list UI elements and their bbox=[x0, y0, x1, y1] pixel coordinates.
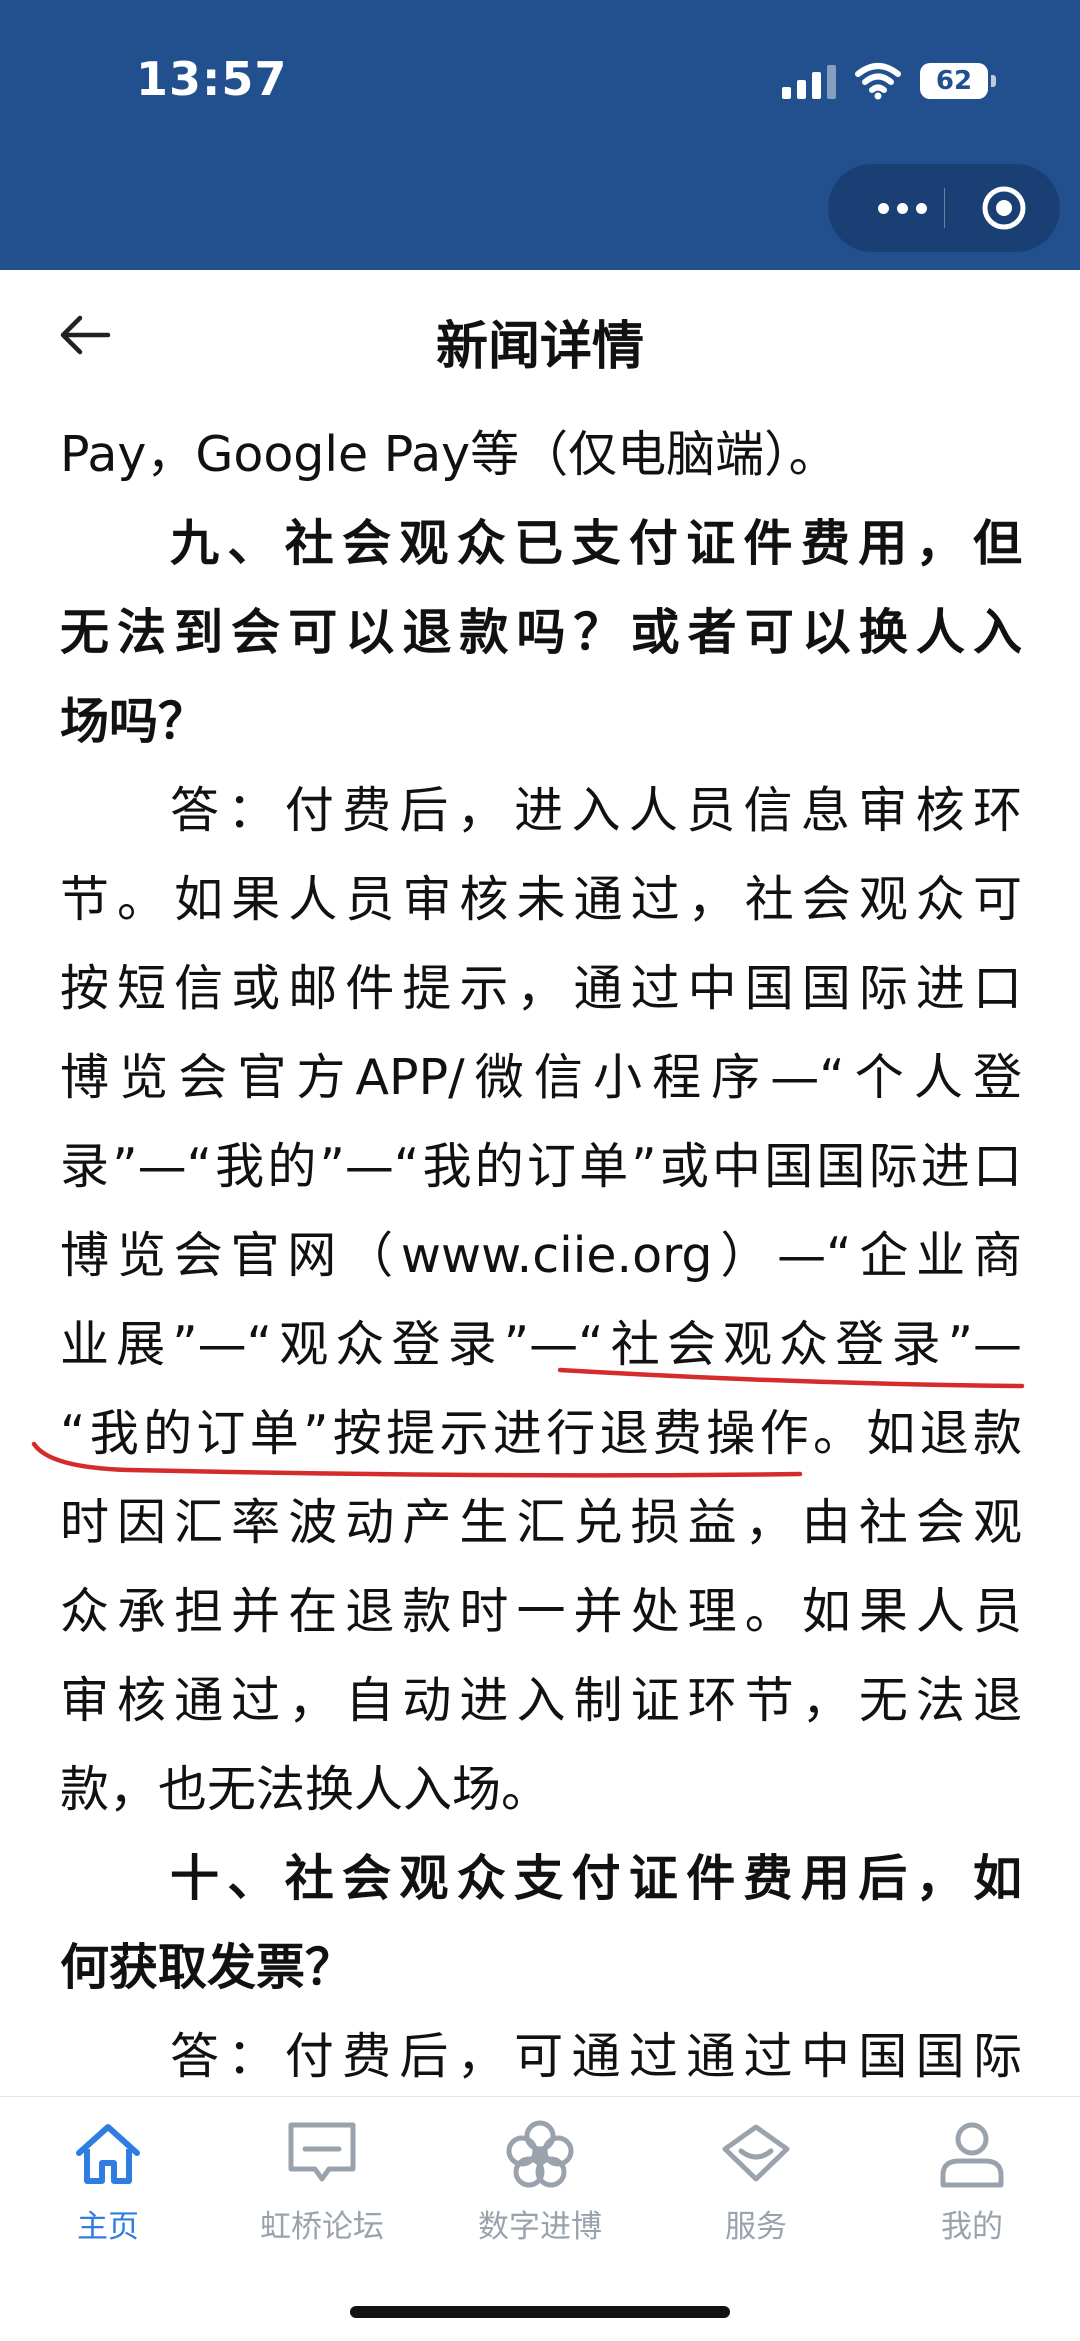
article-line: 录”—“我的”—“我的订单”或中国国际进口 bbox=[60, 1138, 1022, 1195]
question-heading-9-cont: 无法到会可以退款吗？或者可以换人入 bbox=[60, 604, 1022, 661]
cellular-signal-icon bbox=[782, 63, 836, 99]
article-line: 审核通过，自动进入制证环节，无法退 bbox=[60, 1672, 1022, 1729]
home-indicator[interactable] bbox=[350, 2306, 730, 2318]
wifi-icon bbox=[855, 63, 901, 100]
article-line: 博览会官方APP/微信小程序—“个人登 bbox=[60, 1049, 1022, 1106]
screen: 13:57 62 新闻详情 Pay，Google Pay等（仅电脑端）。 九、社… bbox=[0, 0, 1080, 2341]
article-line: 博览会官网（www.ciie.org）—“企业商 bbox=[60, 1227, 1022, 1284]
tab-digital-ciie-label: 数字进博 bbox=[478, 2209, 602, 2245]
article-line: 节。如果人员审核未通过，社会观众可 bbox=[60, 871, 1022, 928]
question-heading-9-end: 场吗？ bbox=[60, 693, 208, 750]
user-icon bbox=[940, 2122, 1004, 2188]
article-line: “我的订单”按提示进行退费操作。如退款 bbox=[60, 1405, 1022, 1462]
status-bar: 13:57 62 bbox=[0, 0, 1080, 270]
article-line: 众承担并在退款时一并处理。如果人员 bbox=[60, 1583, 1022, 1640]
battery-icon: 62 bbox=[920, 63, 996, 99]
article-line: 时因汇率波动产生汇兑损益，由社会观 bbox=[60, 1494, 1022, 1551]
question-heading-10-end: 何获取发票？ bbox=[60, 1939, 355, 1996]
article-line: Pay，Google Pay等（仅电脑端）。 bbox=[60, 426, 838, 483]
tab-forum-label: 虹桥论坛 bbox=[260, 2209, 384, 2245]
question-heading-10: 十、社会观众支付证件费用后，如 bbox=[170, 1850, 1022, 1907]
tab-services-label: 服务 bbox=[725, 2209, 787, 2245]
article-body: Pay，Google Pay等（仅电脑端）。 九、社会观众已支付证件费用，但 无… bbox=[60, 400, 1022, 2096]
tab-profile-label: 我的 bbox=[941, 2209, 1003, 2245]
home-icon bbox=[76, 2124, 140, 2184]
mini-program-capsule bbox=[828, 164, 1060, 252]
capsule-divider bbox=[944, 188, 945, 228]
status-icons: 62 bbox=[782, 58, 996, 104]
article-line: 业展”—“观众登录”—“社会观众登录”— bbox=[60, 1316, 1022, 1373]
tab-forum[interactable]: 虹桥论坛 bbox=[222, 2115, 422, 2265]
status-time: 13:57 bbox=[136, 52, 288, 106]
more-options-icon[interactable] bbox=[858, 190, 946, 226]
tab-digital-ciie[interactable]: 数字进博 bbox=[440, 2115, 640, 2265]
article-line: 款，也无法换人入场。 bbox=[60, 1761, 551, 1818]
battery-level: 62 bbox=[935, 66, 973, 96]
tab-services[interactable]: 服务 bbox=[656, 2115, 856, 2265]
answer-paragraph: 答：付费后，可通过通过中国国际 bbox=[170, 2028, 1022, 2085]
tab-profile[interactable]: 我的 bbox=[872, 2115, 1072, 2265]
tab-home[interactable]: 主页 bbox=[8, 2115, 208, 2265]
bottom-tab-bar: 主页 虹桥论坛 数字进博 服务 我的 bbox=[0, 2096, 1080, 2341]
close-miniprogram-icon[interactable] bbox=[980, 184, 1028, 232]
tab-home-label: 主页 bbox=[77, 2209, 139, 2245]
forum-chat-icon bbox=[288, 2122, 356, 2182]
navigation-bar: 新闻详情 bbox=[0, 270, 1080, 400]
diamond-service-icon bbox=[722, 2124, 790, 2182]
page-title: 新闻详情 bbox=[435, 317, 644, 377]
question-heading-9: 九、社会观众已支付证件费用，但 bbox=[170, 515, 1022, 572]
article-line: 按短信或邮件提示，通过中国国际进口 bbox=[60, 960, 1022, 1017]
answer-paragraph: 答：付费后，进入人员信息审核环 bbox=[170, 782, 1022, 839]
flower-icon bbox=[506, 2120, 574, 2188]
